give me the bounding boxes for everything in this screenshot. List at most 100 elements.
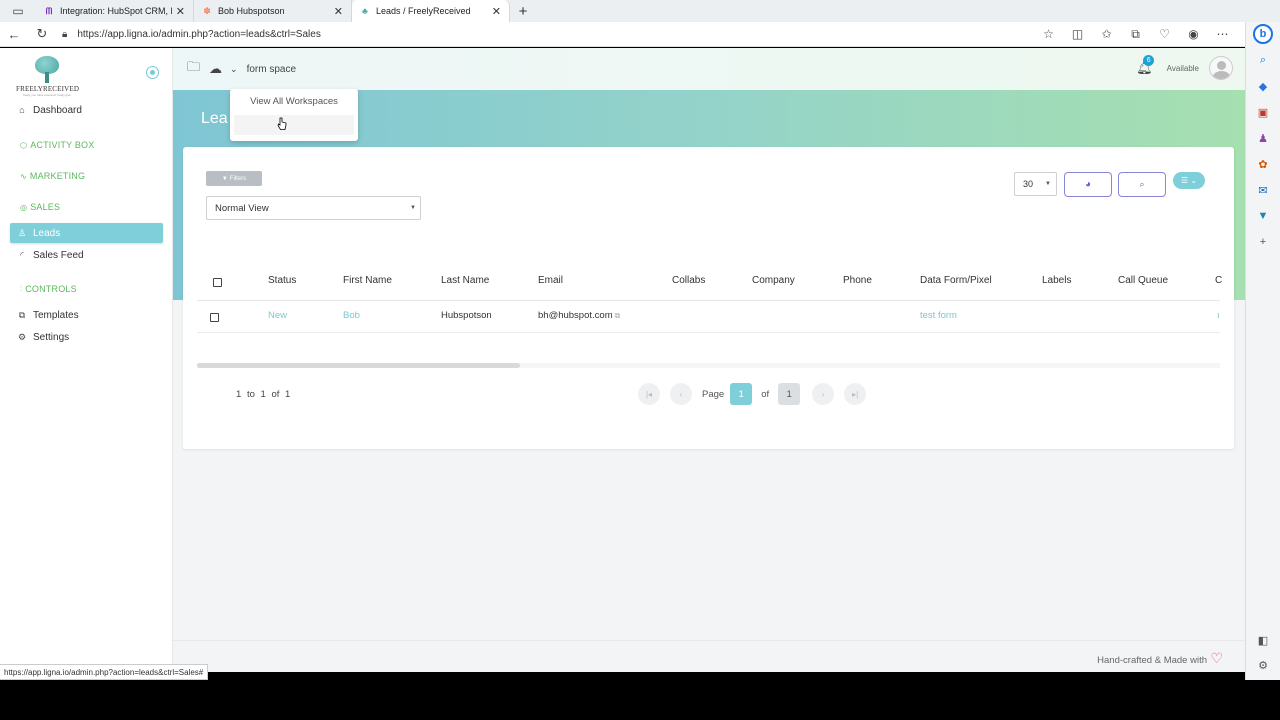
section-activity-box[interactable]: ⬡ ACTIVITY BOX	[20, 140, 94, 150]
sidebar-toggle-icon[interactable]	[146, 66, 159, 79]
sidebar-settings-icon[interactable]: ⚙	[1258, 659, 1268, 672]
outlook-icon[interactable]: ✉	[1253, 180, 1273, 200]
sidebar-panel-icon[interactable]: ◧	[1258, 634, 1268, 647]
address-bar: ← ↻ 🔒︎ https://app.ligna.io/admin.php?ac…	[0, 22, 1245, 47]
column-header-call-queue[interactable]: Call Queue	[1118, 275, 1168, 286]
sidebar-item-settings[interactable]: ⚙ Settings	[10, 327, 163, 347]
lead-first-name[interactable]: Bob	[343, 310, 360, 321]
section-sales[interactable]: ◎ SALES	[20, 202, 60, 212]
shopping-tag-icon[interactable]: ◆	[1253, 76, 1273, 96]
sidebar: FREELYRECEIVED freely you have received,…	[0, 48, 173, 664]
prev-page-icon[interactable]: ‹	[670, 383, 692, 405]
tab-actions-icon[interactable]: ▭	[0, 0, 36, 22]
column-header-status[interactable]: Status	[268, 275, 296, 286]
dropdown-highlighted-item[interactable]	[234, 115, 354, 135]
first-page-icon[interactable]: |◂	[638, 383, 660, 405]
sidebar-item-leads[interactable]: ♙ Leads	[10, 223, 163, 243]
url-text: https://app.ligna.io/admin.php?action=le…	[77, 28, 321, 40]
column-header-last-name[interactable]: Last Name	[441, 275, 489, 286]
tools-briefcase-icon[interactable]: ▣	[1253, 102, 1273, 122]
avatar[interactable]	[1209, 56, 1233, 80]
filters-button[interactable]: ▼ Filters	[206, 171, 262, 186]
row-checkbox[interactable]	[210, 313, 219, 322]
next-page-icon[interactable]: ›	[812, 383, 835, 405]
select-all-checkbox[interactable]	[213, 278, 222, 287]
sidebar-item-label: Settings	[33, 331, 70, 343]
refresh-icon[interactable]: ↻	[28, 26, 56, 42]
games-icon[interactable]: ♟	[1253, 128, 1273, 148]
chart-button[interactable]: ◕	[1064, 172, 1112, 197]
sidebar-item-dashboard[interactable]: ⌂ Dashboard	[10, 100, 163, 120]
lead-status[interactable]: New	[268, 310, 287, 321]
filter-icon: ▼	[221, 175, 228, 182]
new-tab-icon[interactable]: +	[510, 0, 536, 22]
close-tab-icon[interactable]: ✕	[334, 5, 343, 18]
bing-copilot-icon[interactable]: b	[1253, 24, 1273, 44]
folder-icon[interactable]: 🗀︎	[187, 58, 200, 80]
column-header-collabs[interactable]: Collabs	[672, 275, 705, 286]
view-all-workspaces-option[interactable]: View All Workspaces	[230, 96, 358, 107]
column-header-labels[interactable]: Labels	[1042, 275, 1071, 286]
availability-status[interactable]: Available	[1167, 64, 1199, 73]
last-page-icon[interactable]: ▸|	[844, 383, 867, 405]
user-icon: ♙	[17, 227, 27, 238]
back-icon[interactable]: ←	[0, 27, 28, 42]
url-field[interactable]: 🔒︎ https://app.ligna.io/admin.php?action…	[56, 29, 1034, 40]
search-button[interactable]: ⌕	[1118, 172, 1166, 197]
drop-icon[interactable]: ▼	[1253, 206, 1273, 226]
split-screen-icon[interactable]: ◫	[1063, 27, 1092, 41]
extensions-icon[interactable]: ♡	[1150, 27, 1179, 41]
cloud-upload-icon[interactable]: ☁	[209, 61, 222, 77]
workspace-selector[interactable]: form space	[247, 64, 296, 75]
tree-logo-icon	[32, 56, 62, 84]
scrollbar-thumb[interactable]	[197, 363, 520, 368]
workspace-dropdown: View All Workspaces	[230, 89, 358, 141]
column-header-phone[interactable]: Phone	[843, 275, 872, 286]
browser-tab[interactable]: ᗰ Integration: HubSpot CRM, HTT ✕	[36, 0, 194, 22]
office-icon[interactable]: ✿	[1253, 154, 1273, 174]
lead-email: bh@hubspot.com ⧉	[538, 310, 620, 321]
sidebar-item-templates[interactable]: ⧉ Templates	[10, 305, 163, 325]
column-header-truncated[interactable]: C	[1215, 275, 1222, 286]
column-header-company[interactable]: Company	[752, 275, 795, 286]
profile-icon[interactable]: ◉	[1179, 27, 1208, 41]
column-header-first-name[interactable]: First Name	[343, 275, 392, 286]
section-controls[interactable]: ⫶ CONTROLS	[20, 284, 77, 294]
columns-menu-button[interactable]: ☰ ⌄	[1173, 172, 1205, 189]
app-container: FREELYRECEIVED freely you have received,…	[0, 48, 1245, 672]
page-title: Lea	[201, 110, 228, 127]
range-from: 1	[236, 389, 242, 400]
top-header: 🗀︎ ☁ ⌄ form space 🔔︎ 6 Available	[173, 48, 1245, 90]
more-menu-icon[interactable]: ⋯	[1208, 27, 1237, 41]
current-page-input[interactable]: 1	[730, 383, 753, 405]
lead-data-form[interactable]: test form	[920, 310, 957, 321]
freelyreceived-icon: ♣	[362, 6, 368, 16]
lock-icon[interactable]: 🔒︎	[62, 29, 67, 40]
copy-icon[interactable]: ⧉	[615, 311, 621, 321]
per-page-select[interactable]: 30 ▼	[1014, 172, 1057, 196]
notifications-bell-icon[interactable]: 🔔︎ 6	[1136, 55, 1155, 76]
chevron-down-icon[interactable]: ⌄	[230, 64, 238, 75]
section-marketing[interactable]: ∿ MARKETING	[20, 171, 85, 181]
logo[interactable]: FREELYRECEIVED freely you have received,…	[16, 56, 79, 97]
search-icon[interactable]: ⌕	[1253, 50, 1273, 70]
sliders-icon: ⫶	[20, 284, 23, 293]
view-select[interactable]: Normal View ▼	[206, 196, 421, 220]
close-tab-icon[interactable]: ✕	[176, 5, 185, 18]
collections-icon[interactable]: ⧉	[1121, 27, 1150, 42]
column-header-data-form[interactable]: Data Form/Pixel	[920, 275, 992, 286]
favorites-icon[interactable]: ✩	[1092, 27, 1121, 41]
table-row[interactable]: New Bob Hubspotson bh@hubspot.com ⧉ test …	[197, 301, 1220, 333]
caret-down-icon: ▼	[1045, 181, 1051, 187]
sidebar-item-sales-feed[interactable]: ◜ Sales Feed	[10, 245, 163, 265]
browser-tab-active[interactable]: ♣ Leads / FreelyReceived ✕	[352, 0, 510, 22]
brand-tagline: freely you have received, freely give	[23, 93, 71, 97]
browser-tab[interactable]: ✽ Bob Hubspotson ✕	[194, 0, 352, 22]
tab-title: Leads / FreelyReceived	[376, 6, 471, 16]
favorite-star-icon[interactable]: ☆	[1034, 27, 1063, 41]
close-tab-icon[interactable]: ✕	[492, 5, 501, 18]
add-sidebar-item-icon[interactable]: +	[1253, 232, 1273, 252]
range-to: 1	[260, 389, 266, 400]
column-header-email[interactable]: Email	[538, 275, 563, 286]
pie-chart-icon: ◕	[1084, 179, 1092, 190]
